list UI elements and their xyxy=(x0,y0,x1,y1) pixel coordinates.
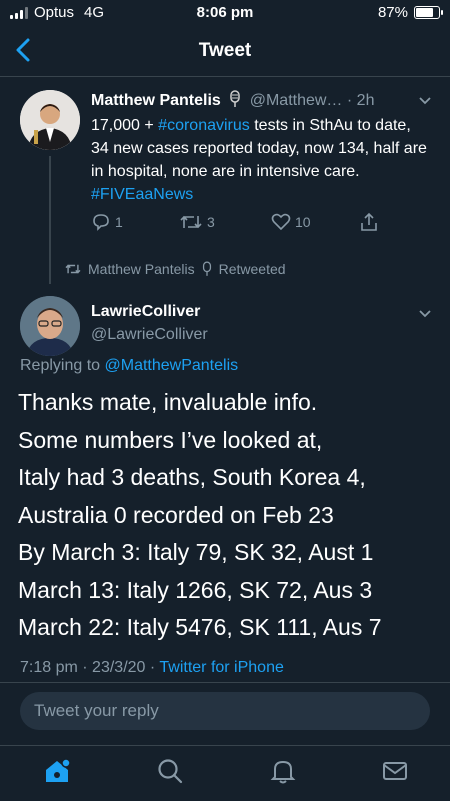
bell-icon xyxy=(270,760,296,784)
tweet-source-link[interactable]: Twitter for iPhone xyxy=(159,659,284,676)
author-handle[interactable]: @LawrieColliver xyxy=(91,326,208,344)
author-name[interactable]: Matthew Pantelis xyxy=(91,92,221,109)
person-photo-icon xyxy=(20,90,80,150)
battery-icon xyxy=(414,6,443,19)
tab-messages[interactable] xyxy=(380,756,410,786)
retweeter-name[interactable]: Matthew Pantelis xyxy=(88,261,195,277)
reply-action[interactable]: 1 xyxy=(91,212,123,232)
time-ago: · 2h xyxy=(346,92,375,109)
divider xyxy=(0,682,450,683)
share-action[interactable] xyxy=(359,212,379,232)
nav-bar: Tweet xyxy=(0,26,450,77)
retweet-count: 3 xyxy=(207,214,215,230)
like-action[interactable]: 10 xyxy=(271,212,311,232)
search-icon xyxy=(158,759,183,784)
tab-search[interactable] xyxy=(155,756,185,786)
tweet-line: Australia 0 recorded on Feb 23 xyxy=(18,501,334,528)
tweet-meta: 7:18 pm · 23/3/20 · Twitter for iPhone xyxy=(20,659,284,676)
reply-count: 1 xyxy=(115,214,123,230)
chevron-down-icon[interactable] xyxy=(418,309,432,319)
tweet-date: 23/3/20 xyxy=(92,659,146,676)
tweet-line: Italy had 3 deaths, South Korea 4, xyxy=(18,464,366,490)
tweet-text-segment: 17,000 + xyxy=(91,117,159,134)
reply-box[interactable] xyxy=(20,692,430,730)
tweet-text: 17,000 + #coronavirus tests in SthAu to … xyxy=(91,114,431,206)
tweet-actions: 1 3 10 xyxy=(91,212,391,236)
heart-icon xyxy=(271,213,291,231)
author-handle[interactable]: @Matthew… xyxy=(250,92,343,109)
status-bar: Optus 4G 8:06 pm 87% xyxy=(0,0,450,26)
home-icon xyxy=(46,758,71,782)
retweet-icon xyxy=(65,264,81,274)
hashtag-link[interactable]: #coronavirus xyxy=(158,117,250,134)
tweet-line: Thanks mate, invaluable info. xyxy=(18,389,318,415)
replying-handle-link[interactable]: @MatthewPantelis xyxy=(105,357,239,374)
tab-home[interactable] xyxy=(42,756,72,786)
share-icon xyxy=(361,212,377,231)
tweet-line: March 13: Italy 1266, SK 72, Aus 3 xyxy=(18,576,373,603)
hashtag-link[interactable]: #FIVEaaNews xyxy=(91,186,193,203)
avatar[interactable] xyxy=(20,296,80,356)
tweet-time: 7:18 pm xyxy=(20,659,78,676)
tweet-header: Matthew Pantelis @Matthew… · 2h xyxy=(91,90,436,110)
mail-icon xyxy=(383,762,407,780)
reply-input[interactable] xyxy=(34,692,414,730)
chevron-down-icon[interactable] xyxy=(418,96,432,106)
microphone-icon xyxy=(202,261,211,276)
like-count: 10 xyxy=(295,214,311,230)
retweet-icon xyxy=(180,215,202,229)
retweeted-label: Retweeted xyxy=(218,261,286,277)
page-title: Tweet xyxy=(198,40,252,61)
microphone-icon xyxy=(230,90,241,107)
replying-to: Replying to @MatthewPantelis xyxy=(20,357,238,375)
thread-line xyxy=(49,156,51,284)
retweeted-by: Matthew Pantelis Retweeted xyxy=(64,261,286,277)
author-name[interactable]: LawrieColliver xyxy=(91,303,200,321)
battery-percent: 87% xyxy=(377,4,408,21)
tab-notifications[interactable] xyxy=(268,756,298,786)
retweet-action[interactable]: 3 xyxy=(179,212,215,232)
tweet-line: By March 3: Italy 79, SK 32, Aust 1 xyxy=(18,539,374,565)
tweet-line: Some numbers I’ve looked at, xyxy=(18,426,323,453)
replying-prefix: Replying to xyxy=(20,357,101,374)
tweet-line: March 22: Italy 5476, SK 111, Aus 7 xyxy=(18,614,382,640)
tweet-text: Thanks mate, invaluable info. Some numbe… xyxy=(18,384,438,647)
avatar[interactable] xyxy=(20,90,80,150)
reply-icon xyxy=(93,214,109,231)
tab-bar xyxy=(0,745,450,801)
person-photo-icon xyxy=(20,296,80,356)
